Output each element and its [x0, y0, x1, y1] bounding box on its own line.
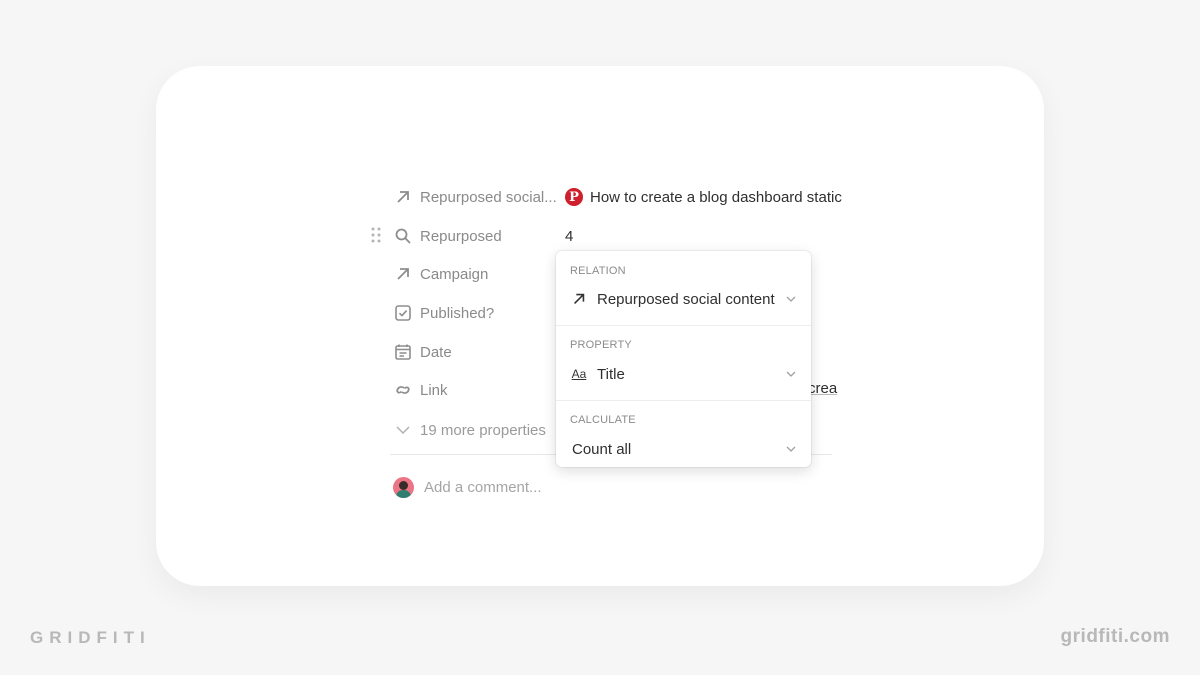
relation-value: Repurposed social content [597, 290, 775, 308]
calendar-icon [394, 343, 412, 361]
avatar [393, 476, 414, 498]
chevron-down-icon [786, 371, 796, 377]
separator [556, 325, 811, 326]
link-value[interactable]: crea [808, 380, 837, 397]
pinterest-icon: P [565, 188, 583, 206]
property-value-relation[interactable]: P How to create a blog dashboard static [565, 184, 842, 210]
arrow-up-right-icon [570, 291, 588, 307]
property-label: PROPERTY [570, 339, 632, 351]
checkbox-icon [394, 304, 412, 322]
property-repurposed[interactable]: Repurposed [394, 223, 502, 249]
property-label: Repurposed [420, 227, 502, 245]
arrow-up-right-icon [394, 188, 412, 206]
property-label: Link [420, 381, 448, 399]
drag-handle-icon[interactable] [370, 226, 382, 244]
property-label: Date [420, 343, 452, 361]
relation-page-title[interactable]: How to create a blog dashboard static [590, 189, 842, 206]
more-properties-label: 19 more properties [420, 421, 546, 439]
brand-url: gridfiti.com [1060, 626, 1170, 647]
calculate-value: Count all [572, 440, 632, 458]
comment-bar[interactable]: Add a comment... [393, 475, 542, 499]
calculate-label: CALCULATE [570, 414, 636, 426]
property-link[interactable]: Link [394, 377, 448, 403]
property-published[interactable]: Published? [394, 300, 494, 326]
chevron-down-icon [786, 446, 796, 452]
search-icon [394, 227, 412, 245]
property-campaign[interactable]: Campaign [394, 261, 488, 287]
relation-select[interactable]: Repurposed social content [570, 286, 797, 312]
relation-label: RELATION [570, 265, 626, 277]
more-properties-toggle[interactable]: 19 more properties [394, 417, 546, 443]
calculate-select[interactable]: Count all [572, 436, 797, 462]
rollup-value[interactable]: 4 [565, 223, 573, 249]
text-type-icon: Aa [571, 367, 587, 381]
arrow-up-right-icon [394, 265, 412, 283]
property-label: Campaign [420, 265, 489, 283]
separator [556, 400, 811, 401]
rollup-config-popup: RELATION Repurposed social content PROPE… [556, 251, 811, 467]
comment-input[interactable]: Add a comment... [424, 479, 542, 496]
property-date[interactable]: Date [394, 339, 452, 365]
property-label: Repurposed social... [420, 188, 557, 206]
chevron-down-icon [394, 421, 412, 439]
chevron-down-icon [786, 296, 796, 302]
property-label: Published? [420, 304, 495, 322]
property-select[interactable]: Aa Title [570, 361, 797, 387]
property-repurposed-social[interactable]: Repurposed social... [394, 184, 557, 210]
brand-logo-text: GRIDFITI [30, 628, 151, 647]
link-icon [394, 381, 412, 399]
property-value: Title [597, 365, 625, 383]
